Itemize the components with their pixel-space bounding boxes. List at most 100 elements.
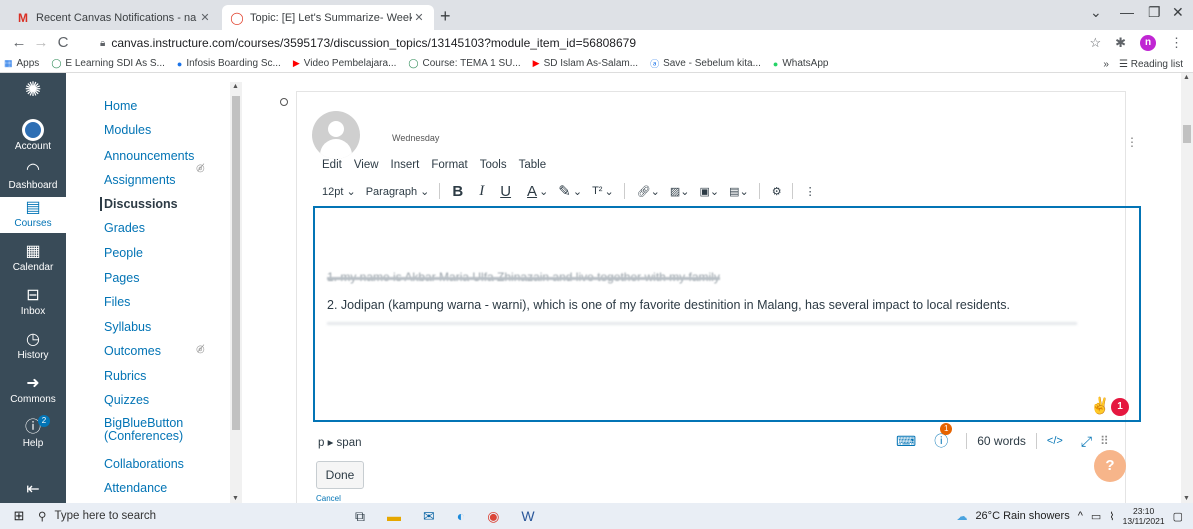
- bookmark-save[interactable]: ⓐ Save - Sebelum kita...: [650, 57, 761, 70]
- menu-table[interactable]: Table: [519, 159, 547, 171]
- scroll-up-arrow[interactable]: ▲: [1183, 74, 1190, 81]
- bold-button[interactable]: B: [452, 183, 463, 200]
- chevron-down-icon[interactable]: ⌄: [539, 185, 548, 198]
- course-nav-modules[interactable]: Modules: [104, 123, 151, 137]
- help-fab-icon[interactable]: ?: [1094, 450, 1126, 482]
- course-nav-rubrics[interactable]: Rubrics: [104, 369, 146, 383]
- grammarly-icon[interactable]: 1: [1111, 398, 1129, 416]
- course-nav-discussions[interactable]: Discussions: [100, 197, 178, 211]
- italic-button[interactable]: I: [479, 183, 484, 200]
- canvas-logo-link[interactable]: ✺: [0, 80, 66, 100]
- browser-tab-topic[interactable]: ◯ Topic: [E] Let's Summarize- Week ✕: [222, 5, 434, 30]
- global-nav-commons[interactable]: ➜ Commons: [0, 375, 66, 405]
- new-tab-button[interactable]: +: [440, 6, 451, 27]
- course-nav-announcements[interactable]: Announcements: [104, 149, 194, 163]
- restore-button[interactable]: ❐: [1148, 4, 1161, 21]
- scroll-down-arrow[interactable]: ▼: [232, 495, 239, 502]
- document-icon[interactable]: ▤⌄: [729, 185, 749, 198]
- task-view-icon[interactable]: ⧉: [355, 508, 365, 525]
- course-nav-bigbluebutton[interactable]: BigBlueButton (Conferences): [104, 417, 214, 443]
- extensions-icon[interactable]: ✱: [1115, 35, 1126, 51]
- global-nav-inbox[interactable]: ⊟ Inbox: [0, 287, 66, 317]
- browser-tab-notifications[interactable]: M Recent Canvas Notifications - na ✕: [8, 5, 220, 30]
- notification-icon[interactable]: ▢: [1173, 510, 1183, 523]
- body-line-3[interactable]: [327, 322, 1077, 325]
- post-options-icon[interactable]: ⋮: [1126, 135, 1138, 149]
- reload-button[interactable]: C: [52, 34, 74, 51]
- scrollbar-thumb[interactable]: [232, 96, 240, 430]
- global-nav-calendar[interactable]: ▦ Calendar: [0, 243, 66, 273]
- tray-chevron-icon[interactable]: ^: [1078, 510, 1083, 522]
- scroll-up-arrow[interactable]: ▲: [232, 83, 239, 90]
- close-tab-icon[interactable]: ✕: [198, 11, 212, 24]
- chevron-down-icon[interactable]: ⌄: [604, 185, 613, 198]
- chrome-icon[interactable]: ◉: [487, 508, 499, 525]
- close-tab-icon[interactable]: ✕: [412, 11, 426, 24]
- course-nav-people[interactable]: People: [104, 246, 143, 260]
- underline-button[interactable]: U: [500, 183, 511, 200]
- bookmark-course[interactable]: ◯ Course: TEMA 1 SU...: [408, 58, 520, 69]
- menu-tools[interactable]: Tools: [480, 159, 507, 171]
- course-nav-files[interactable]: Files: [104, 295, 130, 309]
- text-color-button[interactable]: A: [527, 183, 537, 200]
- bookmark-infosis[interactable]: ● Infosis Boarding Sc...: [177, 58, 281, 69]
- bookmark-whatsapp[interactable]: ● WhatsApp: [773, 58, 829, 69]
- course-nav-grades[interactable]: Grades: [104, 221, 145, 235]
- course-nav-assignments[interactable]: Assignments: [104, 173, 176, 187]
- chevron-down-icon[interactable]: ⌄: [573, 185, 582, 198]
- course-nav-outcomes[interactable]: Outcomes: [104, 344, 161, 358]
- rich-text-editor[interactable]: 1. my name is Akbar Maria Ulfa Zhinazain…: [313, 206, 1141, 422]
- chevron-down-icon[interactable]: ⌄: [1090, 4, 1102, 21]
- kebab-menu-icon[interactable]: ⋮: [1170, 35, 1183, 51]
- global-nav-courses[interactable]: ▤ Courses: [0, 197, 66, 233]
- global-nav-help[interactable]: ⓘ 2 Help: [0, 415, 66, 449]
- fullscreen-icon[interactable]: ⤢: [1081, 433, 1092, 450]
- page-scrollbar[interactable]: ▲ ▼: [1181, 73, 1193, 503]
- link-icon[interactable]: 🔗︎⌄: [637, 185, 660, 198]
- minimize-button[interactable]: —: [1120, 4, 1134, 20]
- more-toolbar-icon[interactable]: ⋮: [805, 185, 816, 198]
- menu-format[interactable]: Format: [431, 159, 467, 171]
- wifi-icon[interactable]: ⌇: [1109, 510, 1114, 523]
- menu-view[interactable]: View: [354, 159, 379, 171]
- course-nav-collaborations[interactable]: Collaborations: [104, 457, 184, 471]
- media-icon[interactable]: ▣⌄: [700, 185, 720, 198]
- global-nav-history[interactable]: ◷ History: [0, 331, 66, 361]
- course-nav-scrollbar[interactable]: ▲ ▼: [230, 82, 242, 503]
- close-window-button[interactable]: ✕: [1172, 4, 1184, 21]
- html-editor-toggle[interactable]: </>: [1047, 435, 1063, 447]
- block-format-select[interactable]: Paragraph ⌄: [366, 185, 430, 198]
- keyboard-icon[interactable]: ⌨: [896, 433, 916, 450]
- more-bookmarks-icon[interactable]: »: [1103, 59, 1109, 70]
- collapse-nav-button[interactable]: ⇤: [0, 481, 66, 500]
- bookmark-apps[interactable]: ▦ Apps: [4, 58, 39, 69]
- file-explorer-icon[interactable]: ▬: [387, 508, 401, 524]
- course-nav-pages[interactable]: Pages: [104, 271, 139, 285]
- superscript-button[interactable]: T²: [592, 185, 602, 197]
- bookmark-elearning[interactable]: ◯ E Learning SDI As S...: [51, 58, 165, 69]
- done-button[interactable]: Done: [316, 461, 364, 489]
- bookmark-video[interactable]: ▶ Video Pembelajara...: [293, 58, 397, 69]
- font-size-select[interactable]: 12pt ⌄: [322, 185, 356, 198]
- star-icon[interactable]: ☆: [1089, 35, 1101, 51]
- forward-button[interactable]: →: [30, 34, 52, 51]
- bookmark-sd-islam[interactable]: ▶ SD Islam As-Salam...: [533, 58, 638, 69]
- cancel-link[interactable]: Cancel: [316, 494, 341, 503]
- edge-icon[interactable]: ◐: [457, 508, 465, 524]
- course-nav-attendance[interactable]: Attendance: [104, 481, 167, 495]
- scrollbar-thumb[interactable]: [1183, 125, 1191, 143]
- apps-plugin-icon[interactable]: ⚙: [772, 185, 782, 198]
- battery-icon[interactable]: ▭: [1091, 510, 1101, 523]
- avatar[interactable]: [312, 111, 360, 159]
- scroll-down-arrow[interactable]: ▼: [1183, 495, 1190, 502]
- menu-insert[interactable]: Insert: [391, 159, 420, 171]
- windows-start-icon[interactable]: ⊞: [0, 508, 38, 524]
- weather-text[interactable]: 26°C Rain showers: [975, 510, 1069, 522]
- body-line-1[interactable]: 1. my name is Akbar Maria Ulfa Zhinazain…: [327, 270, 720, 284]
- resize-handle-icon[interactable]: ⠿: [1100, 434, 1109, 448]
- back-button[interactable]: ←: [8, 34, 30, 51]
- reply-radio[interactable]: [280, 98, 288, 106]
- body-line-2[interactable]: 2. Jodipan (kampung warna - warni), whic…: [327, 298, 1010, 312]
- highlight-button[interactable]: ✎: [558, 182, 571, 200]
- reading-list-button[interactable]: ☰ Reading list: [1119, 59, 1183, 70]
